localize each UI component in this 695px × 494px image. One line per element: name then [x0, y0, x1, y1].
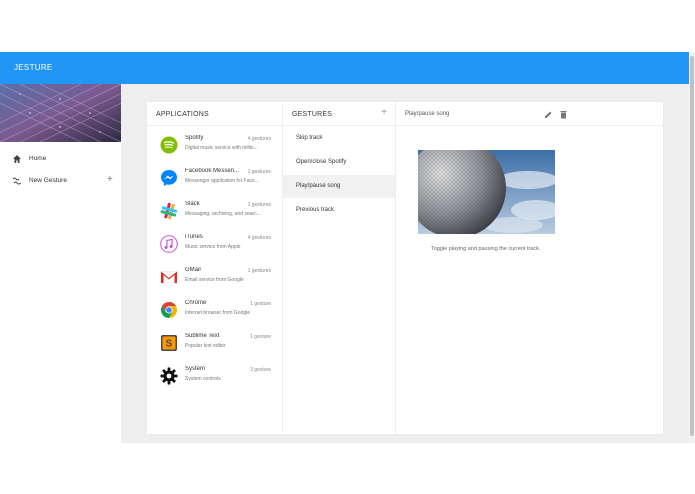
gmail-icon — [160, 271, 178, 284]
gesture-count: 3 gesture — [250, 367, 271, 373]
app-description: Email service from Google — [185, 277, 244, 283]
app-name: iTunes — [185, 234, 203, 240]
app-name: Chrome — [185, 300, 207, 306]
gestures-header: GESTURES + — [283, 102, 395, 126]
gesture-count: 1 gestures — [247, 202, 271, 208]
app-name: Spotify — [185, 135, 204, 141]
app-description: Internet browser from Google — [185, 310, 251, 316]
list-item-chrome[interactable]: Chrome 1 gesture Internet browser from G… — [147, 298, 283, 331]
app-description: Digital music service with millio... — [185, 145, 258, 151]
gesture-item-open-close-spotify[interactable]: Open/close Spotify — [283, 151, 395, 174]
list-item-gmail[interactable]: GMail 1 gestures Email service from Goog… — [147, 265, 283, 298]
app-description: System controls — [185, 376, 221, 382]
gesture-count: 4 gestures — [247, 136, 271, 142]
gesture-count: 1 gestures — [247, 268, 271, 274]
gesture-count: 1 gesture — [250, 334, 271, 340]
app-name: Slack — [185, 201, 200, 207]
gestures-title: GESTURES — [292, 111, 333, 118]
app-name: GMail — [185, 267, 201, 273]
sidebar-item-new-gesture[interactable]: New Gesture + — [0, 172, 121, 192]
gesture-description: Toggle playing and pausing the current t… — [431, 246, 541, 252]
svg-text:S: S — [166, 339, 173, 350]
list-item-sublime[interactable]: S Sublime Text 1 gesture Popular text ed… — [147, 331, 283, 364]
gesture-label: Play/pause song — [296, 183, 341, 189]
list-item-slack[interactable]: Slack 1 gestures Messaging, archiving, a… — [147, 199, 283, 232]
gesture-count: 1 gesture — [250, 301, 271, 307]
home-icon — [13, 155, 21, 163]
messenger-icon — [161, 170, 177, 186]
detail-title: Play/pause song — [405, 111, 450, 117]
list-item-messenger[interactable]: Facebook Messen... 1 gestures Messenger … — [147, 166, 283, 199]
page-scrollbar[interactable] — [689, 52, 695, 443]
list-item-itunes[interactable]: iTunes 4 gestures Music service from App… — [147, 232, 283, 265]
list-item-system[interactable]: System 3 gesture System controls — [147, 364, 283, 397]
gesture-item-previous-track[interactable]: Previous track — [283, 199, 395, 222]
applications-title: APPLICATIONS — [156, 111, 209, 118]
gear-icon — [160, 367, 178, 385]
itunes-icon — [160, 235, 178, 253]
add-gesture-button[interactable]: + — [381, 107, 387, 118]
sidebar-banner-image — [0, 84, 121, 142]
slack-icon — [160, 202, 178, 220]
applications-column: APPLICATIONS Spotify 4 gestures Digital … — [147, 102, 283, 434]
chrome-icon — [160, 302, 178, 318]
app-name: System — [185, 366, 206, 372]
sidebar-item-label: New Gesture — [29, 177, 67, 184]
gesture-label: Open/close Spotify — [296, 159, 347, 165]
gesture-count: 4 gestures — [247, 235, 271, 241]
add-gesture-button[interactable]: + — [107, 174, 113, 185]
detail-header: Play/pause song — [396, 102, 663, 126]
gesture-count: 1 gestures — [247, 169, 271, 175]
sidebar-item-home[interactable]: Home — [0, 150, 121, 170]
gesture-label: Skip track — [296, 135, 323, 141]
applications-header: APPLICATIONS — [147, 102, 282, 126]
app-description: Music service from Apple — [185, 244, 241, 250]
gesture-image — [418, 150, 555, 234]
gesture-item-play-pause-song[interactable]: Play/pause song — [283, 175, 395, 198]
app-description: Messenger application for Face... — [185, 178, 259, 184]
app-description: Messaging, archiving, and searc... — [185, 211, 261, 217]
spotify-icon — [160, 136, 178, 154]
edit-icon[interactable] — [544, 110, 553, 119]
app-name: Facebook Messen... — [185, 168, 240, 174]
gestures-column: GESTURES + Skip track Open/close Spotify… — [283, 102, 396, 434]
app-frame: Home New Gesture + APPLICATIONS Spotify … — [0, 52, 689, 443]
gesture-item-skip-track[interactable]: Skip track — [283, 127, 395, 150]
app-description: Popular text editor — [185, 343, 226, 349]
app-name: Sublime Text — [185, 333, 220, 339]
gesture-icon — [12, 177, 22, 185]
detail-panel: Play/pause song Toggle playing and pausi… — [396, 102, 663, 434]
sidebar: Home New Gesture + — [0, 84, 121, 443]
list-item-spotify[interactable]: Spotify 4 gestures Digital music service… — [147, 133, 283, 166]
sublime-icon: S — [161, 335, 177, 351]
main-card: APPLICATIONS Spotify 4 gestures Digital … — [147, 102, 663, 434]
sidebar-item-label: Home — [29, 155, 47, 162]
scrollbar-thumb[interactable] — [690, 56, 694, 436]
gesture-label: Previous track — [296, 207, 335, 213]
delete-icon[interactable] — [559, 110, 568, 119]
